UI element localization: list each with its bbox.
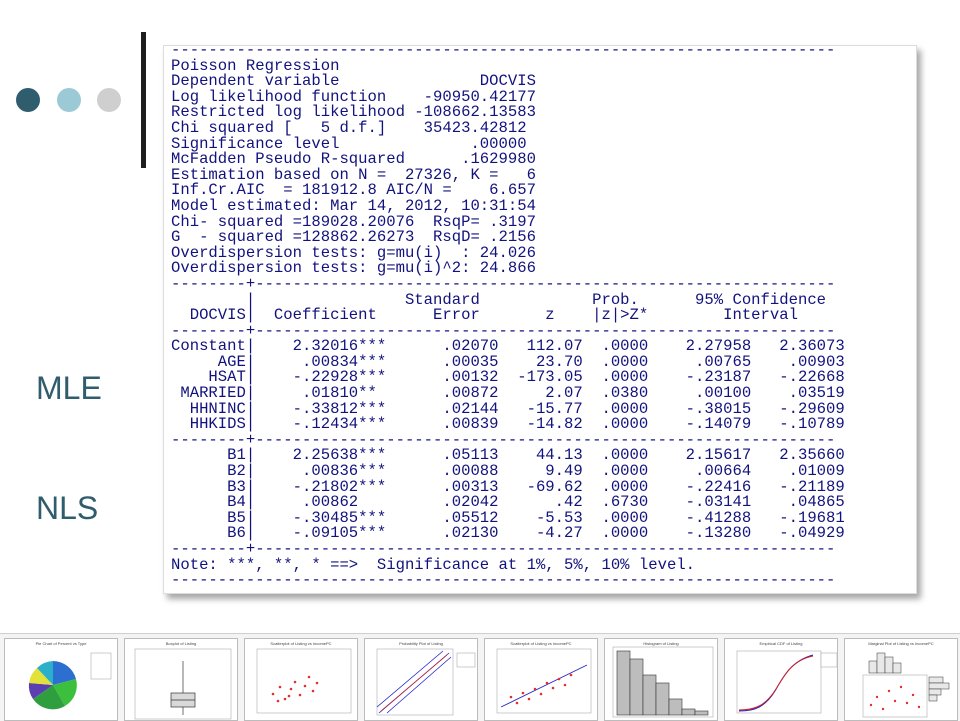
thumb-marginal-plot[interactable]: Marginal Plot of Listing vs IncomePC <box>844 638 958 721</box>
thumb-scatter-fit[interactable]: Scatterplot of Listing vs IncomePC <box>484 638 598 721</box>
thumb-boxplot[interactable]: Boxplot of Listing <box>124 638 238 721</box>
pie-chart-icon <box>28 652 112 710</box>
title-divider-bar <box>141 32 146 168</box>
probability-plot-icon <box>376 648 476 716</box>
boxplot-icon <box>134 648 232 720</box>
thumb-empirical-cdf[interactable]: Empirical CDF of Listing <box>724 638 838 721</box>
marginal-plot-icon <box>862 652 950 718</box>
thumb-pie-chart[interactable]: Pie Chart of Percent vs Type <box>4 638 118 721</box>
dot-dark <box>16 88 40 112</box>
scatterplot-icon <box>256 648 352 714</box>
label-mle: MLE <box>36 370 102 406</box>
dot-light <box>97 88 121 112</box>
regression-output-panel: ----------------------------------------… <box>163 42 917 594</box>
output-line: ----------------------------------------… <box>171 571 836 590</box>
dot-mid <box>57 88 81 112</box>
label-nls: NLS <box>36 490 99 526</box>
thumb-scatterplot[interactable]: Scatterplot of Listing vs IncomePC <box>244 638 358 721</box>
thumb-histogram[interactable]: Histogram of Listing <box>604 638 718 721</box>
scatter-fit-icon <box>496 648 592 714</box>
thumb-probability-plot[interactable]: Probability Plot of Listing <box>364 638 478 721</box>
histogram-icon <box>612 646 714 718</box>
empirical-cdf-icon <box>736 650 837 714</box>
regression-output-text: ----------------------------------------… <box>171 42 845 590</box>
thumbnail-strip: Pie Chart of Percent vs Type Boxplot of … <box>0 633 960 721</box>
